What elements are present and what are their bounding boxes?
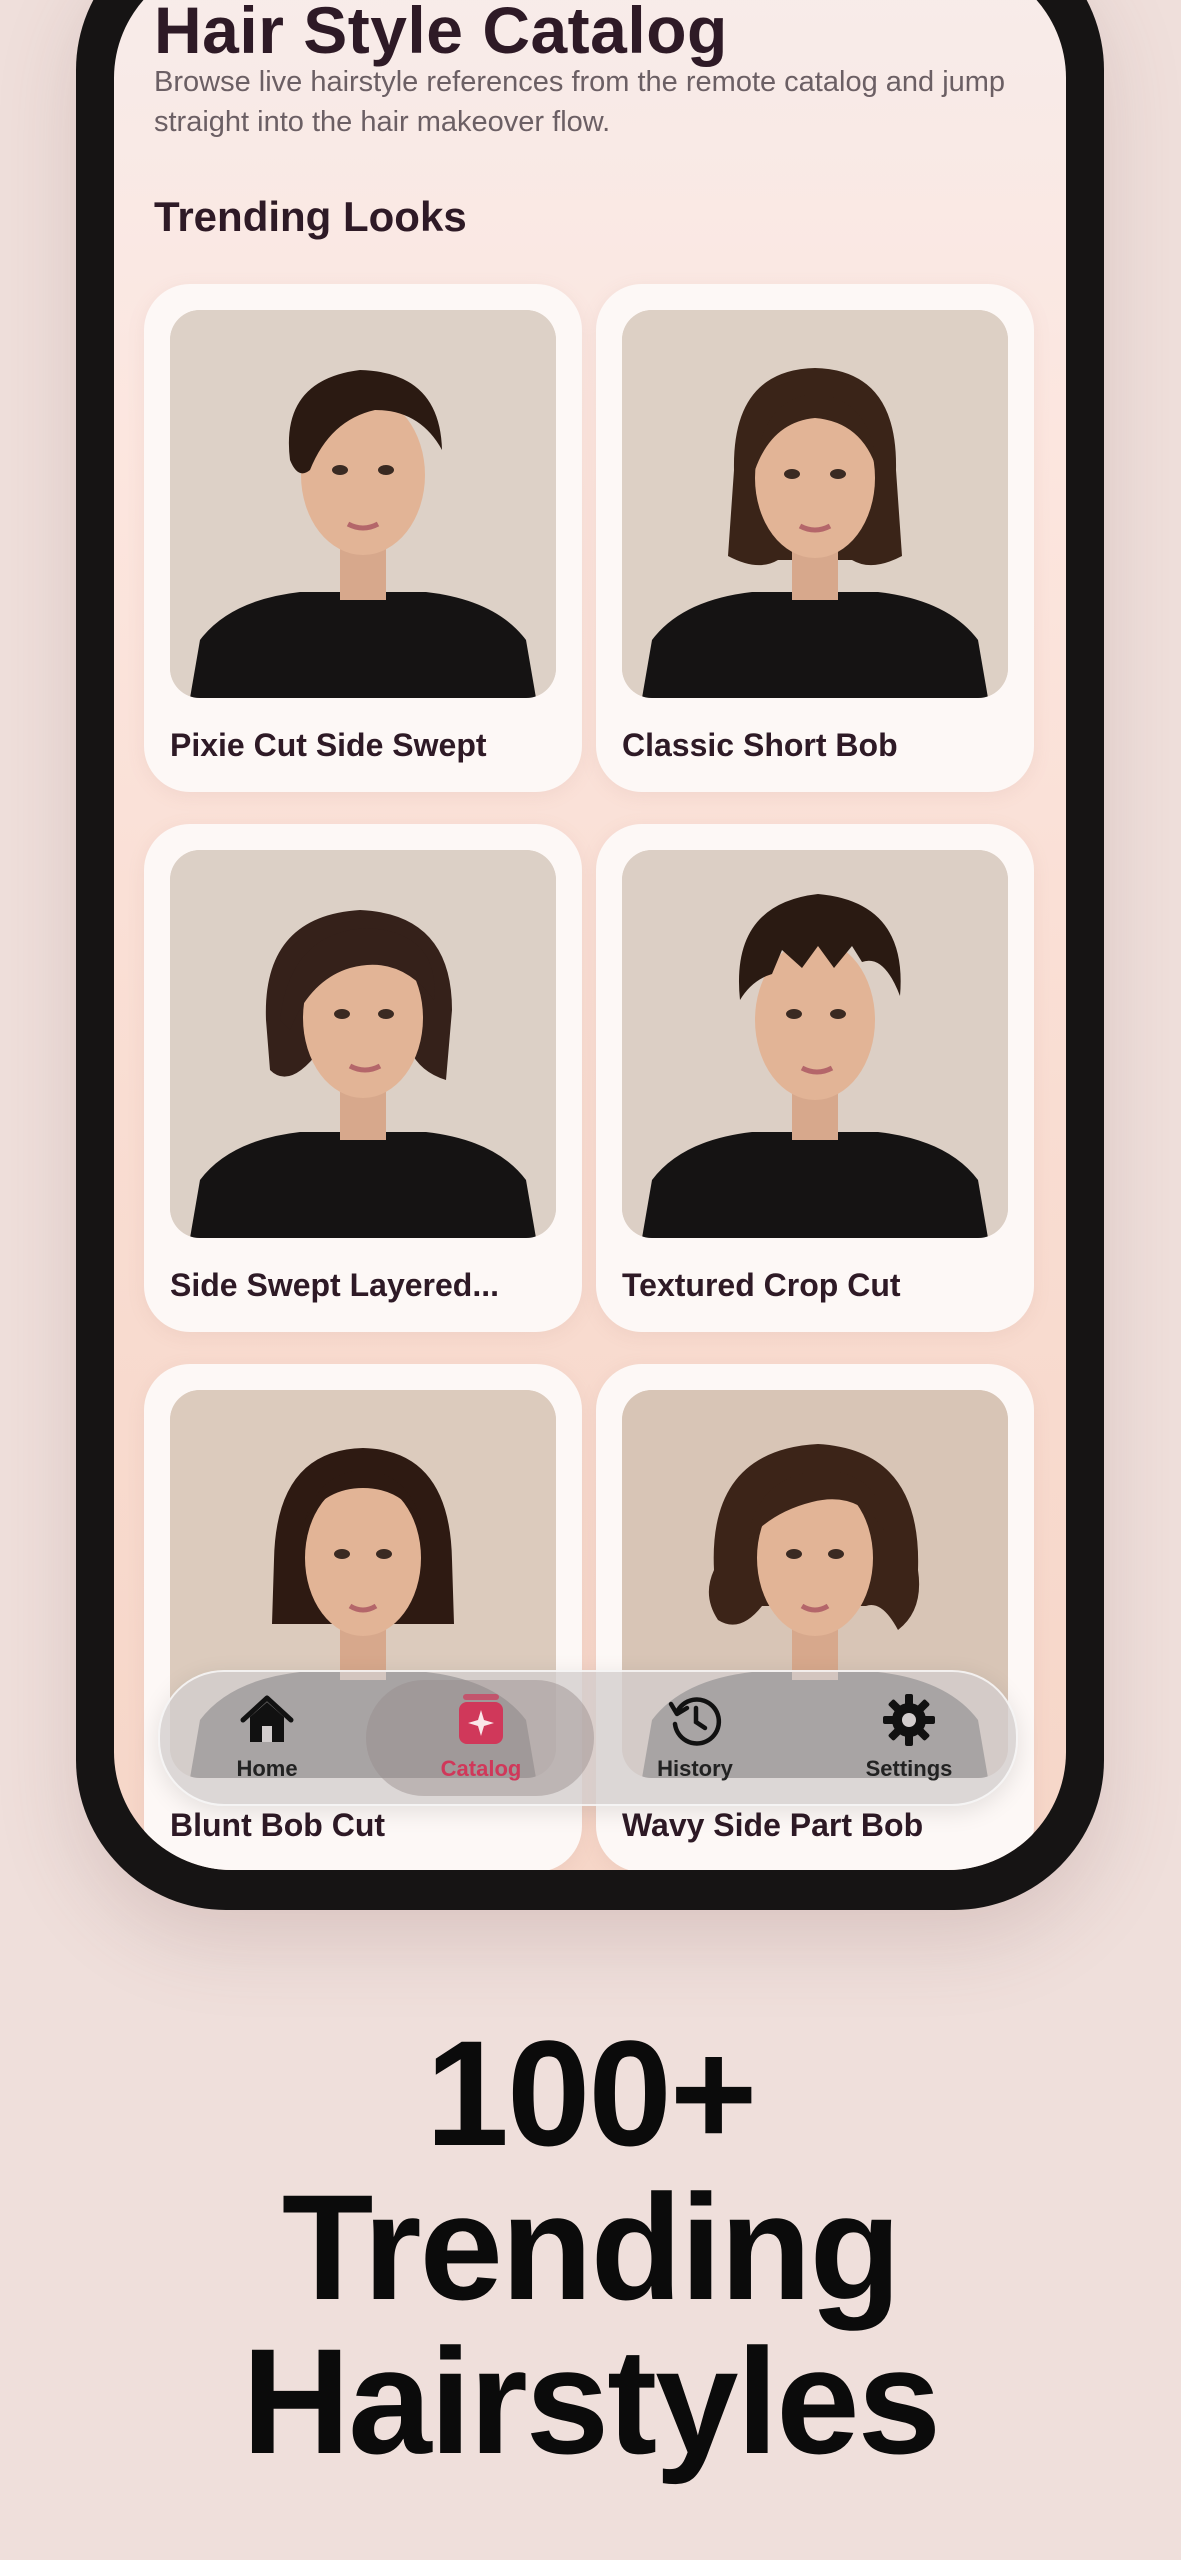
- card-label: Pixie Cut Side Swept: [170, 727, 487, 763]
- tab-label: History: [657, 1756, 733, 1781]
- section-title: Trending Looks: [154, 193, 467, 240]
- hairstyle-card[interactable]: Side Swept Layered...: [144, 824, 582, 1332]
- tab-label: Settings: [865, 1756, 953, 1781]
- phone-screen: Hair Style Catalog Browse live hairstyle…: [114, 0, 1066, 1870]
- tab-label: Home: [236, 1756, 298, 1781]
- pixie-cut-side-swept-photo: [170, 310, 556, 698]
- tab-history[interactable]: History: [588, 1672, 802, 1804]
- hairstyle-card[interactable]: Pixie Cut Side Swept: [144, 284, 582, 792]
- classic-short-bob-photo: [622, 310, 1008, 698]
- tab-catalog[interactable]: Catalog: [374, 1672, 588, 1804]
- headline-line-3: Hairstyles: [241, 2317, 941, 2485]
- tab-label: Catalog: [440, 1756, 522, 1781]
- side-swept-layered-photo: [170, 850, 556, 1238]
- card-label: Blunt Bob Cut: [170, 1807, 386, 1843]
- card-label: Wavy Side Part Bob: [622, 1807, 924, 1843]
- history-clock-icon: [668, 1697, 722, 1746]
- marketing-headline: 100+ Trending Hairstyles: [0, 2016, 1181, 2478]
- tab-settings[interactable]: Settings: [802, 1672, 1016, 1804]
- card-label: Textured Crop Cut: [622, 1267, 901, 1303]
- catalog-sparkle-icon: [459, 1694, 503, 1744]
- hairstyle-card[interactable]: Textured Crop Cut: [596, 824, 1034, 1332]
- page-title: Hair Style Catalog: [154, 0, 728, 67]
- headline-line-2: Trending: [281, 2163, 901, 2331]
- bottom-tab-bar: Home Catalog History Settings: [158, 1670, 1018, 1806]
- textured-crop-cut-photo: [622, 850, 1008, 1238]
- hairstyle-card[interactable]: Classic Short Bob: [596, 284, 1034, 792]
- card-label: Classic Short Bob: [622, 727, 898, 763]
- headline-line-1: 100+: [425, 2009, 758, 2177]
- house-icon: [240, 1695, 294, 1742]
- gear-icon: [883, 1694, 935, 1746]
- page-subtitle: Browse live hairstyle references from th…: [154, 66, 1006, 138]
- card-label: Side Swept Layered...: [170, 1267, 499, 1303]
- tab-home[interactable]: Home: [160, 1672, 374, 1804]
